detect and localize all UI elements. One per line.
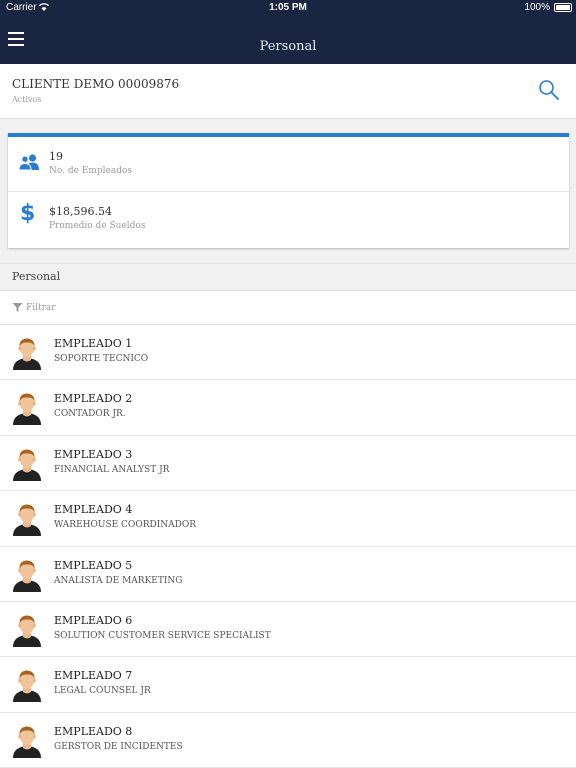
employee-name: EMPLEADO 2 [54, 392, 133, 406]
employee-row[interactable]: EMPLEADO 4 WAREHOUSE COORDINADOR [0, 491, 576, 547]
employee-role: LEGAL COUNSEL JR [54, 686, 151, 697]
employee-role: WAREHOUSE COORDINADOR [54, 520, 196, 531]
client-header: CLIENTE DEMO 00009876 Activos [0, 64, 576, 119]
client-status: Activos [12, 95, 42, 104]
employee-row[interactable]: EMPLEADO 2 CONTADOR JR. [0, 380, 576, 436]
employee-row[interactable]: EMPLEADO 1 SOPORTE TECNICO [0, 325, 576, 381]
client-name: CLIENTE DEMO 00009876 [12, 77, 180, 91]
employee-role: SOPORTE TECNICO [54, 354, 149, 364]
avatar-icon [13, 615, 41, 647]
avatar-icon [13, 670, 41, 703]
section-title: Personal [12, 270, 61, 283]
avatar-icon [13, 726, 41, 758]
avatar-icon [13, 449, 41, 481]
employee-name: EMPLEADO 1 [54, 337, 133, 350]
average-salary-label: Promedio de Sueldos [49, 221, 146, 231]
filter-bar [0, 291, 576, 325]
dollar-icon: $ [20, 201, 36, 226]
employee-count-stat: 19 No. de Empleados [8, 137, 569, 192]
employee-name: EMPLEADO 5 [54, 558, 133, 572]
employee-name: EMPLEADO 8 [54, 724, 133, 738]
avatar-icon [13, 393, 41, 426]
employee-role: GERSTOR DE INCIDENTES [54, 741, 183, 752]
page-title: Personal [259, 39, 317, 54]
employee-count-label: No. de Empleados [49, 166, 133, 176]
employee-name: EMPLEADO 6 [54, 613, 133, 627]
employee-role: SOLUTION CUSTOMER SERVICE SPECIALIST [54, 630, 271, 641]
avatar-icon [13, 560, 41, 592]
employee-row[interactable]: EMPLEADO 5 ANALISTA DE MARKETING [0, 546, 576, 602]
filter-icon [12, 303, 23, 312]
battery-icon [554, 3, 572, 12]
clock: 1:05 PM [269, 2, 307, 13]
employee-count-value: 19 [49, 150, 63, 163]
search-icon[interactable] [538, 79, 560, 101]
employee-role: CONTADOR JR. [54, 409, 126, 420]
filter-input[interactable] [26, 299, 426, 317]
employee-name: EMPLEADO 4 [54, 503, 133, 517]
avatar-icon [13, 338, 41, 370]
avatar-icon [13, 504, 41, 537]
summary-card: 19 No. de Empleados $ $18,596.54 Promedi… [8, 133, 569, 248]
average-salary-value: $18,596.54 [49, 205, 112, 218]
battery-percentage: 100% [524, 2, 550, 13]
employee-name: EMPLEADO 3 [54, 447, 133, 461]
employee-list: EMPLEADO 1 SOPORTE TECNICO EMPLEADO 2 CO… [0, 325, 576, 768]
section-header: Personal [0, 263, 576, 291]
employee-row[interactable]: EMPLEADO 8 GERSTOR DE INCIDENTES [0, 712, 576, 768]
employee-row[interactable]: EMPLEADO 6 SOLUTION CUSTOMER SERVICE SPE… [0, 601, 576, 658]
average-salary-stat: $ $18,596.54 Promedio de Sueldos [8, 192, 569, 247]
employee-role: ANALISTA DE MARKETING [54, 575, 183, 586]
employee-row[interactable]: EMPLEADO 7 LEGAL COUNSEL JR [0, 657, 576, 713]
navigation-bar: Personal [0, 16, 576, 64]
employee-name: EMPLEADO 7 [54, 669, 133, 683]
employee-role: FINANCIAL ANALYST JR [54, 464, 170, 475]
employee-row[interactable]: EMPLEADO 3 FINANCIAL ANALYST JR [0, 435, 576, 492]
status-bar: Carrier 1:05 PM 100% [0, 0, 576, 16]
users-icon [18, 154, 39, 171]
